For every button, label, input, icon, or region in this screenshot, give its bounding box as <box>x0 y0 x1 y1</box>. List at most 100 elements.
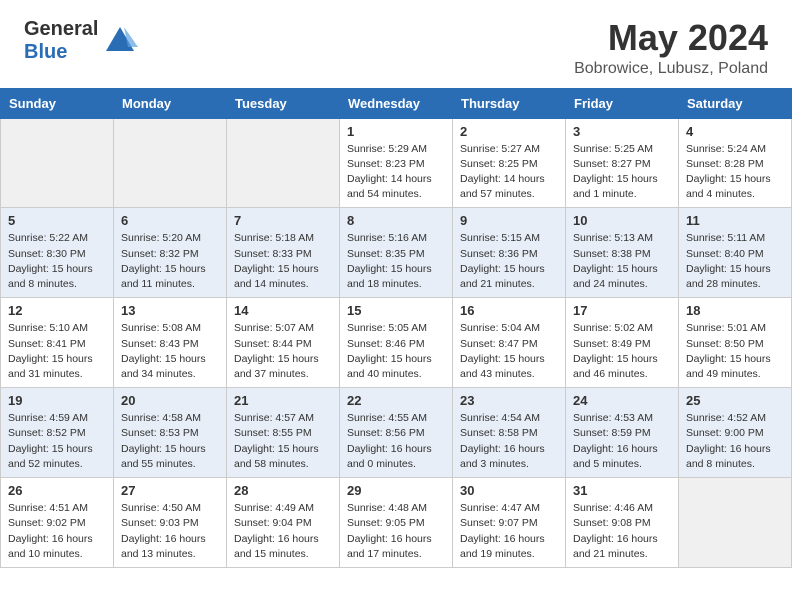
day-info: Sunrise: 4:48 AM Sunset: 9:05 PM Dayligh… <box>347 501 445 562</box>
calendar-day-cell <box>114 118 227 208</box>
day-number: 23 <box>460 393 558 408</box>
calendar-day-cell: 10 Sunrise: 5:13 AM Sunset: 8:38 PM Dayli… <box>566 208 679 298</box>
day-number: 4 <box>686 124 784 139</box>
calendar-week-row: 12Sunrise: 5:10 AM Sunset: 8:41 PM Dayli… <box>1 298 792 388</box>
title-block: May 2024 Bobrowice, Lubusz, Poland <box>574 18 768 78</box>
day-info: Sunrise: 4:54 AM Sunset: 8:58 PM Dayligh… <box>460 411 558 472</box>
calendar-week-row: 1 Sunrise: 5:29 AM Sunset: 8:23 PM Daylig… <box>1 118 792 208</box>
day-number: 5 <box>8 213 106 228</box>
day-number: 14 <box>234 303 332 318</box>
day-number: 13 <box>121 303 219 318</box>
day-info: Sunrise: 5:15 AM Sunset: 8:36 PM Dayligh… <box>460 231 558 292</box>
calendar-day-cell: 31 Sunrise: 4:46 AM Sunset: 9:08 PM Dayli… <box>566 478 679 568</box>
day-info: Sunrise: 5:10 AM Sunset: 8:41 PM Dayligh… <box>8 321 106 382</box>
day-number: 31 <box>573 483 671 498</box>
day-number: 2 <box>460 124 558 139</box>
calendar-day-cell: 23 Sunrise: 4:54 AM Sunset: 8:58 PM Dayli… <box>453 388 566 478</box>
day-info: Sunrise: 5:05 AM Sunset: 8:46 PM Dayligh… <box>347 321 445 382</box>
day-number: 20 <box>121 393 219 408</box>
calendar-location: Bobrowice, Lubusz, Poland <box>574 60 768 78</box>
day-info: Sunrise: 5:29 AM Sunset: 8:23 PM Dayligh… <box>347 142 445 203</box>
calendar-day-cell: 20 Sunrise: 4:58 AM Sunset: 8:53 PM Dayli… <box>114 388 227 478</box>
calendar-table: Sunday Monday Tuesday Wednesday Thursday… <box>0 88 792 568</box>
day-number: 9 <box>460 213 558 228</box>
calendar-day-cell <box>227 118 340 208</box>
day-info: Sunrise: 4:47 AM Sunset: 9:07 PM Dayligh… <box>460 501 558 562</box>
day-info: Sunrise: 5:22 AM Sunset: 8:30 PM Dayligh… <box>8 231 106 292</box>
day-number: 11 <box>686 213 784 228</box>
calendar-day-cell: 12Sunrise: 5:10 AM Sunset: 8:41 PM Dayli… <box>1 298 114 388</box>
day-info: Sunrise: 5:11 AM Sunset: 8:40 PM Dayligh… <box>686 231 784 292</box>
day-number: 29 <box>347 483 445 498</box>
day-info: Sunrise: 4:57 AM Sunset: 8:55 PM Dayligh… <box>234 411 332 472</box>
day-number: 30 <box>460 483 558 498</box>
day-info: Sunrise: 4:53 AM Sunset: 8:59 PM Dayligh… <box>573 411 671 472</box>
day-info: Sunrise: 4:52 AM Sunset: 9:00 PM Dayligh… <box>686 411 784 472</box>
calendar-day-cell: 29 Sunrise: 4:48 AM Sunset: 9:05 PM Dayli… <box>340 478 453 568</box>
day-info: Sunrise: 5:01 AM Sunset: 8:50 PM Dayligh… <box>686 321 784 382</box>
day-number: 21 <box>234 393 332 408</box>
calendar-day-cell: 11 Sunrise: 5:11 AM Sunset: 8:40 PM Dayli… <box>679 208 792 298</box>
day-number: 27 <box>121 483 219 498</box>
day-info: Sunrise: 5:07 AM Sunset: 8:44 PM Dayligh… <box>234 321 332 382</box>
day-number: 19 <box>8 393 106 408</box>
calendar-day-cell: 2 Sunrise: 5:27 AM Sunset: 8:25 PM Daylig… <box>453 118 566 208</box>
calendar-week-row: 26 Sunrise: 4:51 AM Sunset: 9:02 PM Dayli… <box>1 478 792 568</box>
day-info: Sunrise: 5:16 AM Sunset: 8:35 PM Dayligh… <box>347 231 445 292</box>
calendar-day-cell: 13 Sunrise: 5:08 AM Sunset: 8:43 PM Dayli… <box>114 298 227 388</box>
calendar-day-cell: 3 Sunrise: 5:25 AM Sunset: 8:27 PM Daylig… <box>566 118 679 208</box>
day-number: 3 <box>573 124 671 139</box>
day-number: 22 <box>347 393 445 408</box>
day-number: 24 <box>573 393 671 408</box>
col-tuesday: Tuesday <box>227 88 340 118</box>
logo-general-text: General <box>24 18 98 41</box>
day-info: Sunrise: 4:55 AM Sunset: 8:56 PM Dayligh… <box>347 411 445 472</box>
day-info: Sunrise: 5:27 AM Sunset: 8:25 PM Dayligh… <box>460 142 558 203</box>
calendar-day-cell: 15 Sunrise: 5:05 AM Sunset: 8:46 PM Dayli… <box>340 298 453 388</box>
calendar-day-cell <box>1 118 114 208</box>
day-info: Sunrise: 5:25 AM Sunset: 8:27 PM Dayligh… <box>573 142 671 203</box>
col-saturday: Saturday <box>679 88 792 118</box>
day-info: Sunrise: 4:46 AM Sunset: 9:08 PM Dayligh… <box>573 501 671 562</box>
calendar-day-cell: 26 Sunrise: 4:51 AM Sunset: 9:02 PM Dayli… <box>1 478 114 568</box>
col-wednesday: Wednesday <box>340 88 453 118</box>
day-number: 28 <box>234 483 332 498</box>
calendar-day-cell: 16 Sunrise: 5:04 AM Sunset: 8:47 PM Dayli… <box>453 298 566 388</box>
day-number: 18 <box>686 303 784 318</box>
day-info: Sunrise: 4:49 AM Sunset: 9:04 PM Dayligh… <box>234 501 332 562</box>
day-info: Sunrise: 5:18 AM Sunset: 8:33 PM Dayligh… <box>234 231 332 292</box>
day-info: Sunrise: 5:08 AM Sunset: 8:43 PM Dayligh… <box>121 321 219 382</box>
calendar-day-cell: 22 Sunrise: 4:55 AM Sunset: 8:56 PM Dayli… <box>340 388 453 478</box>
calendar-day-cell: 21 Sunrise: 4:57 AM Sunset: 8:55 PM Dayli… <box>227 388 340 478</box>
calendar-day-cell: 30 Sunrise: 4:47 AM Sunset: 9:07 PM Dayli… <box>453 478 566 568</box>
logo-blue-text: Blue <box>24 41 98 64</box>
day-info: Sunrise: 4:51 AM Sunset: 9:02 PM Dayligh… <box>8 501 106 562</box>
day-info: Sunrise: 5:13 AM Sunset: 8:38 PM Dayligh… <box>573 231 671 292</box>
day-info: Sunrise: 5:20 AM Sunset: 8:32 PM Dayligh… <box>121 231 219 292</box>
day-number: 17 <box>573 303 671 318</box>
calendar-day-cell: 19 Sunrise: 4:59 AM Sunset: 8:52 PM Dayli… <box>1 388 114 478</box>
day-number: 15 <box>347 303 445 318</box>
calendar-day-cell: 25 Sunrise: 4:52 AM Sunset: 9:00 PM Dayli… <box>679 388 792 478</box>
col-thursday: Thursday <box>453 88 566 118</box>
day-number: 10 <box>573 213 671 228</box>
calendar-week-row: 19 Sunrise: 4:59 AM Sunset: 8:52 PM Dayli… <box>1 388 792 478</box>
calendar-day-cell: 4Sunrise: 5:24 AM Sunset: 8:28 PM Daylig… <box>679 118 792 208</box>
calendar-week-row: 5 Sunrise: 5:22 AM Sunset: 8:30 PM Daylig… <box>1 208 792 298</box>
day-number: 1 <box>347 124 445 139</box>
calendar-day-cell: 9 Sunrise: 5:15 AM Sunset: 8:36 PM Daylig… <box>453 208 566 298</box>
day-number: 26 <box>8 483 106 498</box>
day-number: 16 <box>460 303 558 318</box>
day-number: 25 <box>686 393 784 408</box>
calendar-day-cell: 7 Sunrise: 5:18 AM Sunset: 8:33 PM Daylig… <box>227 208 340 298</box>
col-friday: Friday <box>566 88 679 118</box>
calendar-day-cell: 6Sunrise: 5:20 AM Sunset: 8:32 PM Daylig… <box>114 208 227 298</box>
day-info: Sunrise: 4:58 AM Sunset: 8:53 PM Dayligh… <box>121 411 219 472</box>
day-number: 7 <box>234 213 332 228</box>
calendar-day-cell: 14 Sunrise: 5:07 AM Sunset: 8:44 PM Dayli… <box>227 298 340 388</box>
calendar-day-cell: 8Sunrise: 5:16 AM Sunset: 8:35 PM Daylig… <box>340 208 453 298</box>
day-info: Sunrise: 4:59 AM Sunset: 8:52 PM Dayligh… <box>8 411 106 472</box>
day-info: Sunrise: 5:04 AM Sunset: 8:47 PM Dayligh… <box>460 321 558 382</box>
calendar-day-cell: 28 Sunrise: 4:49 AM Sunset: 9:04 PM Dayli… <box>227 478 340 568</box>
calendar-day-cell: 24 Sunrise: 4:53 AM Sunset: 8:59 PM Dayli… <box>566 388 679 478</box>
